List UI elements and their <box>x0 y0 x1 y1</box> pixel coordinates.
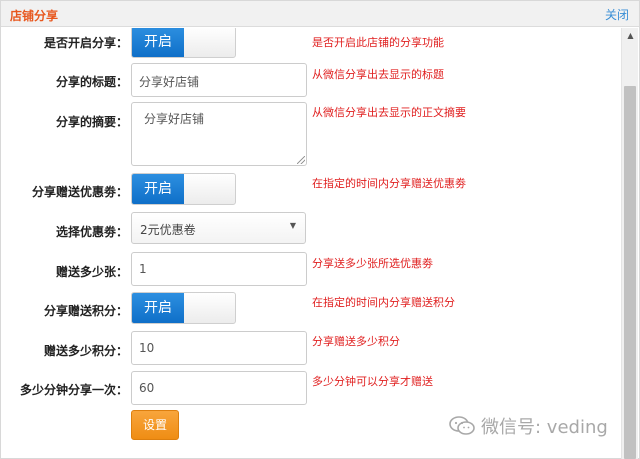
wechat-logo-icon <box>449 415 475 437</box>
share-title-input[interactable]: 分享好店铺 <box>131 63 307 97</box>
share-points-toggle[interactable]: 开启 <box>131 292 236 324</box>
coupon-count-hint: 分享送多少张所选优惠劵 <box>312 257 433 270</box>
enable-share-toggle[interactable]: 开启 <box>131 28 236 58</box>
coupon-select[interactable]: 2元优惠卷 ▼ <box>131 212 306 244</box>
points-amount-hint: 分享赠送多少积分 <box>312 335 400 348</box>
points-amount-label: 赠送多少积分： <box>43 344 128 358</box>
share-title-label: 分享的标题： <box>55 75 128 89</box>
close-link[interactable]: 关闭 <box>605 6 629 23</box>
coupon-count-label: 赠送多少张： <box>55 265 128 279</box>
set-button[interactable]: 设置 <box>131 410 179 440</box>
share-settings-dialog: 店铺分享 关闭 是否开启分享： 开启 是否开启此店铺的分享功能 分享的标题： 分… <box>0 0 640 459</box>
coupon-count-input[interactable]: 1 <box>131 252 307 286</box>
wechat-watermark: 微信号: veding <box>449 413 608 439</box>
interval-label: 多少分钟分享一次： <box>19 383 128 397</box>
scroll-thumb[interactable] <box>624 86 636 459</box>
dialog-title: 店铺分享 <box>10 9 59 23</box>
share-summary-label: 分享的摘要： <box>55 115 128 129</box>
coupon-select-value: 2元优惠卷 <box>140 223 196 237</box>
share-summary-textarea[interactable]: 分享好店铺 <box>131 102 307 166</box>
enable-share-hint: 是否开启此店铺的分享功能 <box>312 36 444 49</box>
toggle-on-label: 开启 <box>132 174 184 204</box>
toggle-on-label: 开启 <box>132 293 184 323</box>
watermark-text: 微信号: veding <box>481 417 608 438</box>
interval-hint: 多少分钟可以分享才赠送 <box>312 375 433 388</box>
share-summary-hint: 从微信分享出去显示的正文摘要 <box>312 106 466 119</box>
toggle-on-label: 开启 <box>132 28 184 57</box>
share-summary-value: 分享好店铺 <box>144 112 205 126</box>
form-area: 是否开启分享： 开启 是否开启此店铺的分享功能 分享的标题： 分享好店铺 从微信… <box>1 28 607 459</box>
share-coupon-toggle[interactable]: 开启 <box>131 173 236 205</box>
chevron-down-icon: ▼ <box>289 221 296 230</box>
points-amount-input[interactable]: 10 <box>131 331 307 365</box>
enable-share-label: 是否开启分享： <box>43 36 128 50</box>
vertical-scrollbar[interactable]: ▲ <box>621 28 638 459</box>
share-points-hint: 在指定的时间内分享赠送积分 <box>312 296 455 309</box>
share-points-label: 分享赠送积分： <box>43 304 128 318</box>
share-coupon-hint: 在指定的时间内分享赠送优惠劵 <box>312 177 466 190</box>
share-title-hint: 从微信分享出去显示的标题 <box>312 68 444 81</box>
select-coupon-label: 选择优惠劵： <box>55 225 128 239</box>
dialog-titlebar: 店铺分享 关闭 <box>1 1 639 27</box>
interval-input[interactable]: 60 <box>131 371 307 405</box>
resize-grip-icon[interactable] <box>297 156 305 164</box>
scroll-up-arrow-icon[interactable]: ▲ <box>622 28 639 44</box>
share-coupon-label: 分享赠送优惠劵： <box>31 185 128 199</box>
